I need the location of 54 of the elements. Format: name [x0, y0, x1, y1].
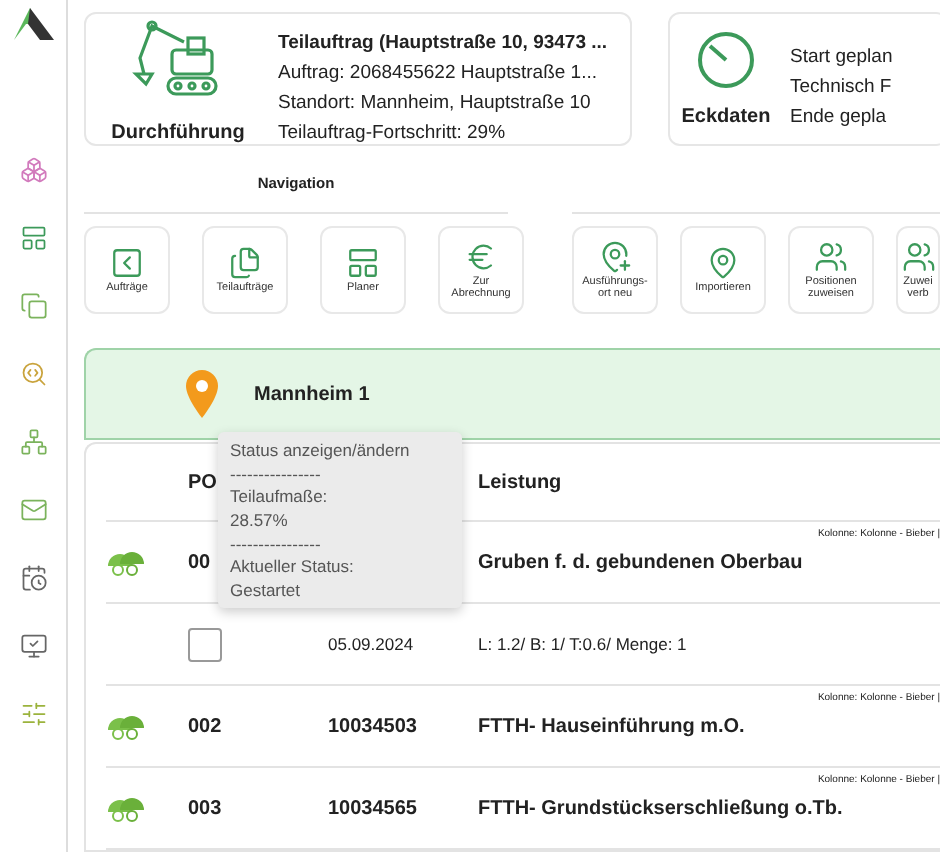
logo-icon[interactable] [9, 4, 57, 44]
card-text: Teilauftrag-Fortschritt: 29% [278, 121, 508, 143]
card-text: Ende gepla [790, 106, 889, 128]
position-number: 002 [188, 715, 222, 737]
tooltip-text: Aktueller Status: [230, 556, 356, 578]
card-text: Technisch F [790, 76, 893, 98]
documents-icon[interactable] [19, 292, 47, 320]
tooltip-text: Teilaufmaße: [230, 486, 330, 508]
search-icon[interactable] [19, 360, 47, 388]
card-text: Standort: Mannheim, Hauptstraße 10 [278, 91, 593, 113]
monitor-chart-icon[interactable] [19, 632, 47, 660]
people-icon [901, 240, 935, 274]
location-pin-icon [186, 370, 218, 418]
cubes-icon[interactable] [19, 156, 47, 184]
column-header: Leistung [478, 471, 562, 493]
euro-icon [464, 240, 498, 274]
position-number: 00 [188, 551, 211, 573]
pin-plus-icon [598, 240, 632, 274]
tooltip-text: ---------------- [230, 533, 323, 555]
workers-icon [106, 712, 146, 740]
item-code: 10034565 [328, 797, 417, 819]
card-title: Durchführung [111, 122, 245, 144]
chevron-left-icon [110, 245, 144, 280]
tooltip-text: ---------------- [230, 463, 323, 485]
layout-icon [346, 245, 380, 280]
column-header: PO [188, 471, 217, 493]
layout-icon[interactable] [19, 224, 47, 252]
service-title: FTTH- Hauseinführung m.O. [478, 715, 747, 737]
card-text: Teilauftrag (Hauptstraße 10, 93473 ... [278, 31, 608, 53]
workers-icon [106, 548, 146, 576]
documents-icon [228, 245, 262, 280]
pin-icon [706, 245, 740, 280]
location-name: Mannheim 1 [254, 383, 370, 405]
location-bar[interactable]: Mannheim 1 [84, 348, 940, 440]
tooltip-text: Gestartet [230, 579, 302, 601]
network-icon[interactable] [19, 428, 47, 456]
sliders-icon[interactable] [19, 700, 47, 728]
card-text: Start geplan [790, 46, 893, 68]
people-icon [814, 240, 848, 274]
calendar-clock-icon[interactable] [19, 564, 47, 592]
position-number: 003 [188, 797, 222, 819]
tooltip-text: Status anzeigen/ändern [230, 440, 412, 462]
item-code: 10034503 [328, 715, 417, 737]
date-text: 05.09.2024 [328, 634, 416, 654]
workers-icon [106, 794, 146, 822]
tooltip-text: 28.57% [230, 509, 290, 531]
measure-text: L: 1.2/ B: 1/ T:0.6/ Menge: 1 [478, 634, 689, 654]
clock-icon [696, 30, 756, 90]
card-text: Auftrag: 2068455622 Hauptstraße 1... [278, 61, 599, 83]
mail-icon[interactable] [19, 496, 47, 524]
service-title: FTTH- Grundstückserschließung o.Tb. [478, 797, 845, 819]
checkbox[interactable] [188, 627, 222, 661]
card-title: Eckdaten [681, 106, 771, 128]
service-title: Gruben f. d. gebundenen Oberbau [478, 551, 805, 573]
